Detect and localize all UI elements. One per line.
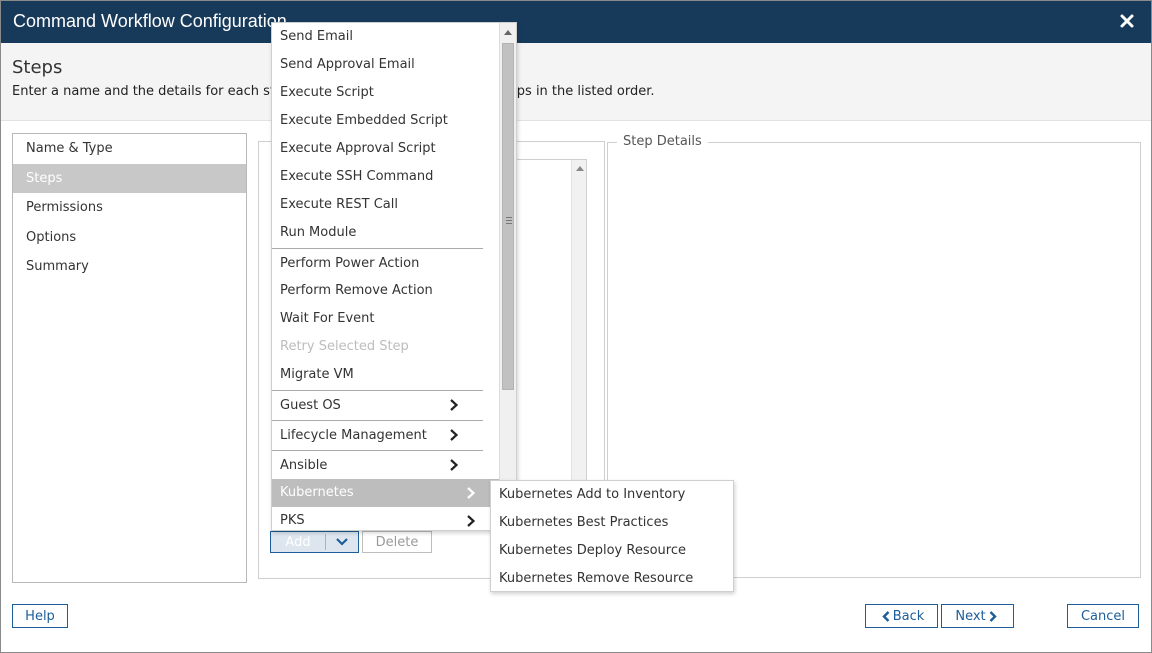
menu-scrollbar[interactable]	[499, 23, 516, 530]
menu-scroll-thumb[interactable]	[502, 43, 514, 390]
menu-item-label: Guest OS	[280, 398, 341, 413]
add-step-menu: Send Email Send Approval Email Execute S…	[271, 22, 517, 531]
scroll-up-icon[interactable]	[576, 166, 584, 171]
next-button[interactable]: Next	[941, 604, 1014, 628]
nav-item-options[interactable]: Options	[13, 223, 246, 253]
menu-item-label: PKS	[280, 513, 305, 528]
chevron-left-icon	[882, 610, 890, 622]
menu-item-execute-rest-call[interactable]: Execute REST Call	[272, 191, 500, 219]
chevron-right-icon	[989, 610, 997, 622]
nav-item-steps[interactable]: Steps	[13, 163, 246, 193]
menu-item-execute-embedded-script[interactable]: Execute Embedded Script	[272, 107, 500, 135]
submenu-item-kubernetes-remove-resource[interactable]: Kubernetes Remove Resource	[491, 565, 733, 593]
close-icon[interactable]	[1119, 13, 1135, 29]
nav-item-permissions[interactable]: Permissions	[13, 193, 246, 223]
next-button-label: Next	[955, 608, 986, 624]
chevron-right-icon	[450, 399, 459, 411]
submenu-item-kubernetes-add-to-inventory[interactable]: Kubernetes Add to Inventory	[491, 481, 733, 509]
add-button-label[interactable]: Add	[271, 535, 325, 550]
window-title: Command Workflow Configuration	[13, 11, 287, 31]
back-button[interactable]: Back	[865, 604, 938, 628]
menu-item-perform-power-action[interactable]: Perform Power Action	[272, 248, 483, 277]
menu-item-label: Lifecycle Management	[280, 428, 427, 443]
menu-item-lifecycle-management[interactable]: Lifecycle Management	[272, 420, 483, 449]
menu-item-send-approval-email[interactable]: Send Approval Email	[272, 51, 500, 79]
chevron-right-icon	[450, 429, 459, 441]
chevron-right-icon	[467, 515, 476, 527]
chevron-right-icon	[467, 487, 476, 499]
cancel-button[interactable]: Cancel	[1067, 604, 1139, 628]
help-button[interactable]: Help	[12, 604, 68, 628]
menu-item-perform-remove-action[interactable]: Perform Remove Action	[272, 277, 500, 305]
submenu-item-kubernetes-deploy-resource[interactable]: Kubernetes Deploy Resource	[491, 537, 733, 565]
menu-item-run-module[interactable]: Run Module	[272, 219, 500, 247]
wizard-nav: Name & Type Steps Permissions Options Su…	[12, 133, 247, 583]
step-details-legend: Step Details	[617, 134, 708, 149]
nav-item-name-type[interactable]: Name & Type	[13, 134, 246, 164]
menu-item-send-email[interactable]: Send Email	[272, 23, 500, 51]
chevron-down-icon[interactable]	[326, 538, 358, 546]
menu-item-execute-script[interactable]: Execute Script	[272, 79, 500, 107]
menu-item-label: Kubernetes	[280, 485, 354, 500]
add-split-button[interactable]: Add	[270, 531, 359, 553]
kubernetes-submenu: Kubernetes Add to Inventory Kubernetes B…	[490, 480, 734, 592]
menu-item-migrate-vm[interactable]: Migrate VM	[272, 361, 500, 389]
back-button-label: Back	[892, 608, 925, 624]
delete-button[interactable]: Delete	[362, 531, 432, 553]
menu-item-execute-approval-script[interactable]: Execute Approval Script	[272, 135, 500, 163]
menu-item-ansible[interactable]: Ansible	[272, 450, 483, 479]
menu-item-wait-for-event[interactable]: Wait For Event	[272, 305, 500, 333]
menu-item-retry-selected-step: Retry Selected Step	[280, 339, 409, 354]
chevron-right-icon	[450, 459, 459, 471]
menu-item-guest-os[interactable]: Guest OS	[272, 390, 483, 419]
dialog-window: Command Workflow Configuration Steps Ent…	[0, 0, 1152, 653]
page-header: Steps Enter a name and the details for e…	[1, 43, 1151, 121]
grip-icon	[506, 217, 512, 218]
menu-item-label: Ansible	[280, 458, 328, 473]
menu-item-pks[interactable]: PKS	[272, 507, 500, 530]
steps-list-scrollbar[interactable]	[571, 160, 586, 480]
page-title: Steps	[12, 57, 63, 78]
menu-item-kubernetes[interactable]: Kubernetes	[272, 479, 500, 507]
menu-item-execute-ssh-command[interactable]: Execute SSH Command	[272, 163, 500, 191]
title-bar: Command Workflow Configuration	[1, 1, 1151, 43]
submenu-item-kubernetes-best-practices[interactable]: Kubernetes Best Practices	[491, 509, 733, 537]
scroll-up-icon[interactable]	[504, 30, 512, 35]
nav-item-summary[interactable]: Summary	[13, 252, 246, 282]
